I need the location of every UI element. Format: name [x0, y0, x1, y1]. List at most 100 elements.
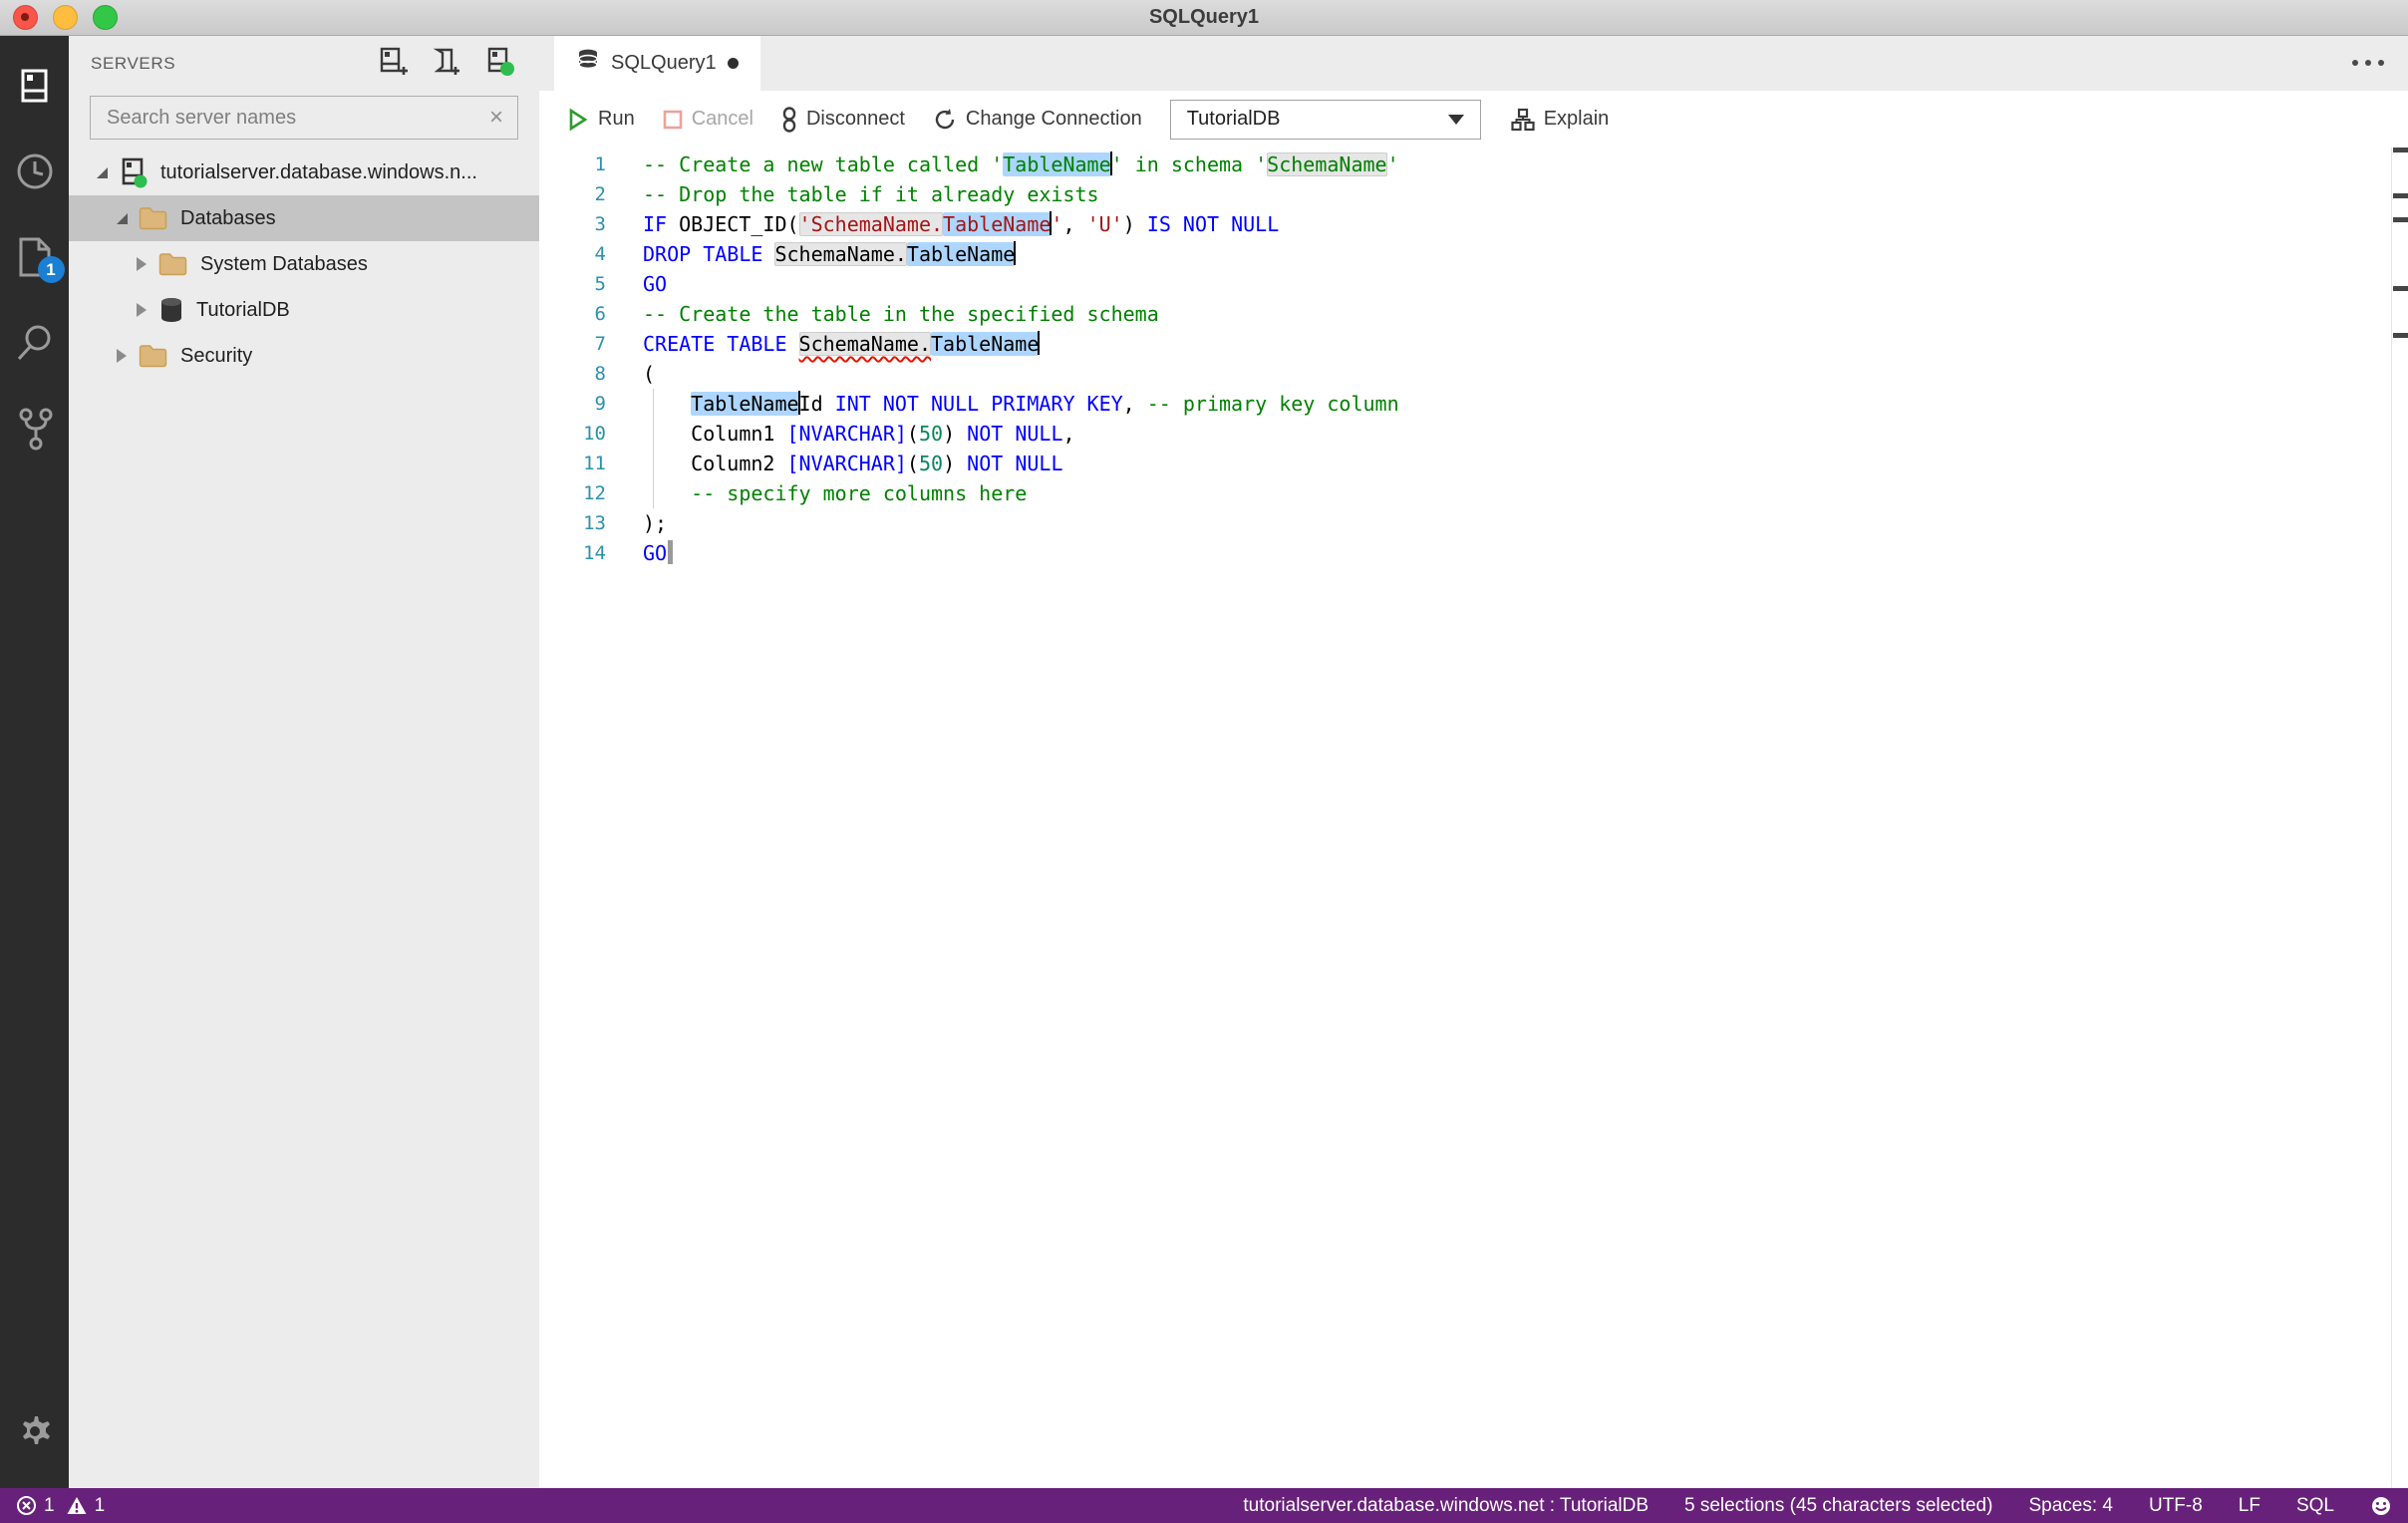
overview-selection-mark — [2393, 193, 2408, 198]
open-editors-icon[interactable]: 1 — [13, 235, 65, 283]
run-button[interactable]: Run — [567, 108, 635, 132]
problems-indicator[interactable]: 1 1 — [16, 1495, 105, 1517]
code-token: ( — [643, 362, 656, 386]
settings-gear-icon[interactable] — [13, 1409, 57, 1453]
tree-item-tutorialserver-database-windows-n[interactable]: tutorialserver.database.windows.n... — [69, 150, 539, 195]
overview-selection-mark — [2393, 217, 2408, 222]
code-token: ' in schema ' — [1110, 152, 1268, 176]
new-connection-icon[interactable] — [378, 46, 408, 83]
code-token: ' — [1051, 212, 1063, 236]
tree-item-label: TutorialDB — [196, 298, 290, 321]
code-line-13[interactable]: 13); — [539, 508, 2408, 538]
tree-item-label: System Databases — [200, 252, 368, 275]
server-search-box[interactable]: × — [90, 96, 518, 140]
search-clear-icon[interactable]: × — [489, 106, 503, 130]
code-editor[interactable]: 1 -- Create a new table called ' TableName… — [539, 148, 2408, 1488]
indent-guide — [653, 449, 654, 478]
task-history-icon[interactable] — [13, 150, 57, 193]
active-connections-icon[interactable] — [485, 46, 515, 83]
code-line-7[interactable]: 7 CREATE TABLE SchemaName.TableName — [539, 329, 2408, 359]
code-line-8[interactable]: 8( — [539, 359, 2408, 389]
collapse-twisty-icon[interactable] — [91, 166, 113, 178]
database-dropdown[interactable]: TutorialDB — [1169, 99, 1481, 140]
code-line-4[interactable]: 4 DROP TABLE SchemaName.TableName — [539, 239, 2408, 269]
line-number: 13 — [583, 512, 606, 534]
servers-icon[interactable] — [13, 64, 57, 108]
status-selection[interactable]: 5 selections (45 characters selected) — [1684, 1495, 1992, 1517]
code-token: TableName — [943, 212, 1052, 236]
code-line-9[interactable]: 9 TableNameId INT NOT NULL PRIMARY KEY, … — [539, 389, 2408, 419]
warning-count: 1 — [94, 1494, 106, 1516]
code-line-12[interactable]: 12 -- specify more columns here — [539, 478, 2408, 508]
change-connection-button[interactable]: Change Connection — [933, 108, 1142, 132]
code-token: ' — [1386, 152, 1399, 176]
code-line-14[interactable]: 14 GO — [539, 538, 2408, 568]
status-encoding[interactable]: UTF-8 — [2149, 1495, 2203, 1517]
source-control-icon[interactable] — [13, 407, 57, 451]
expand-twisty-icon[interactable] — [111, 349, 133, 363]
run-label: Run — [598, 108, 635, 130]
code-line-3[interactable]: 3 IF OBJECT_ID('SchemaName.TableName', 'U… — [539, 209, 2408, 239]
status-indentation[interactable]: Spaces: 4 — [2028, 1495, 2113, 1517]
code-token: , — [1062, 422, 1075, 446]
code-token: OBJECT_ID( — [667, 212, 799, 236]
explain-button[interactable]: Explain — [1511, 108, 1610, 132]
expand-twisty-icon[interactable] — [131, 303, 152, 317]
cancel-button[interactable]: Cancel — [663, 108, 753, 131]
line-number: 7 — [594, 333, 606, 355]
code-token: [NVARCHAR] — [786, 422, 907, 446]
line-number: 11 — [583, 453, 606, 474]
tree-item-security[interactable]: Security — [69, 333, 539, 379]
indent-guide — [653, 389, 654, 419]
code-token: ) — [1122, 212, 1135, 236]
code-line-5[interactable]: 5 GO — [539, 269, 2408, 299]
code-token: DROP TABLE — [643, 242, 763, 266]
open-editors-badge: 1 — [37, 256, 65, 283]
disconnect-button[interactable]: Disconnect — [781, 106, 905, 133]
code-line-10[interactable]: 10 Column1 [NVARCHAR](50) NOT NULL, — [539, 419, 2408, 449]
feedback-smiley-icon[interactable] — [2370, 1495, 2392, 1517]
line-number: 9 — [594, 393, 606, 415]
collapse-twisty-icon[interactable] — [111, 212, 133, 224]
dirty-indicator[interactable] — [727, 58, 739, 69]
tree-item-tutorialdb[interactable]: TutorialDB — [69, 287, 539, 333]
expand-twisty-icon[interactable] — [131, 257, 152, 271]
code-line-1[interactable]: 1 -- Create a new table called 'TableName… — [539, 150, 2408, 179]
servers-panel-title: SERVERS — [91, 54, 176, 73]
explain-label: Explain — [1543, 108, 1610, 130]
database-dropdown-value: TutorialDB — [1186, 108, 1281, 130]
code-token: Id — [798, 392, 835, 416]
tree-item-system-databases[interactable]: System Databases — [69, 241, 539, 287]
line-number: 1 — [594, 153, 606, 175]
overview-ruler[interactable] — [2391, 148, 2408, 1488]
code-token: GO — [643, 272, 668, 296]
status-eol[interactable]: LF — [2239, 1495, 2260, 1517]
code-line-6[interactable]: 6 -- Create the table in the specified sc… — [539, 299, 2408, 329]
code-token: [NVARCHAR] — [786, 452, 907, 475]
code-token: IF — [643, 212, 668, 236]
code-token: ) — [943, 422, 968, 446]
window-title: SQLQuery1 — [1148, 6, 1260, 28]
folder-icon — [139, 206, 168, 230]
tree-item-databases[interactable]: Databases — [69, 195, 539, 241]
overview-selection-mark — [2393, 333, 2408, 338]
code-token: -- primary key column — [1146, 392, 1399, 416]
search-icon[interactable] — [13, 321, 57, 365]
code-line-2[interactable]: 2 -- Drop the table if it already exists — [539, 179, 2408, 209]
code-token: ) — [943, 452, 968, 475]
disconnect-label: Disconnect — [805, 108, 905, 130]
status-language[interactable]: SQL — [2296, 1495, 2334, 1517]
tab-sqlquery1[interactable]: SQLQuery1 — [554, 36, 760, 91]
code-token: -- Create a new table called ' — [643, 152, 1004, 176]
server-tree: tutorialserver.database.windows.n... Data… — [69, 150, 539, 379]
new-server-group-icon[interactable] — [432, 46, 461, 83]
line-number: 14 — [583, 542, 606, 564]
tab-label: SQLQuery1 — [611, 52, 717, 74]
line-number: 10 — [583, 423, 606, 445]
server-search-input[interactable] — [105, 105, 489, 131]
status-connection[interactable]: tutorialserver.database.windows.net : Tu… — [1243, 1495, 1649, 1517]
editor-actions-more-icon[interactable] — [2352, 60, 2384, 66]
code-token: 50 — [918, 452, 944, 475]
code-line-11[interactable]: 11 Column2 [NVARCHAR](50) NOT NULL — [539, 449, 2408, 478]
